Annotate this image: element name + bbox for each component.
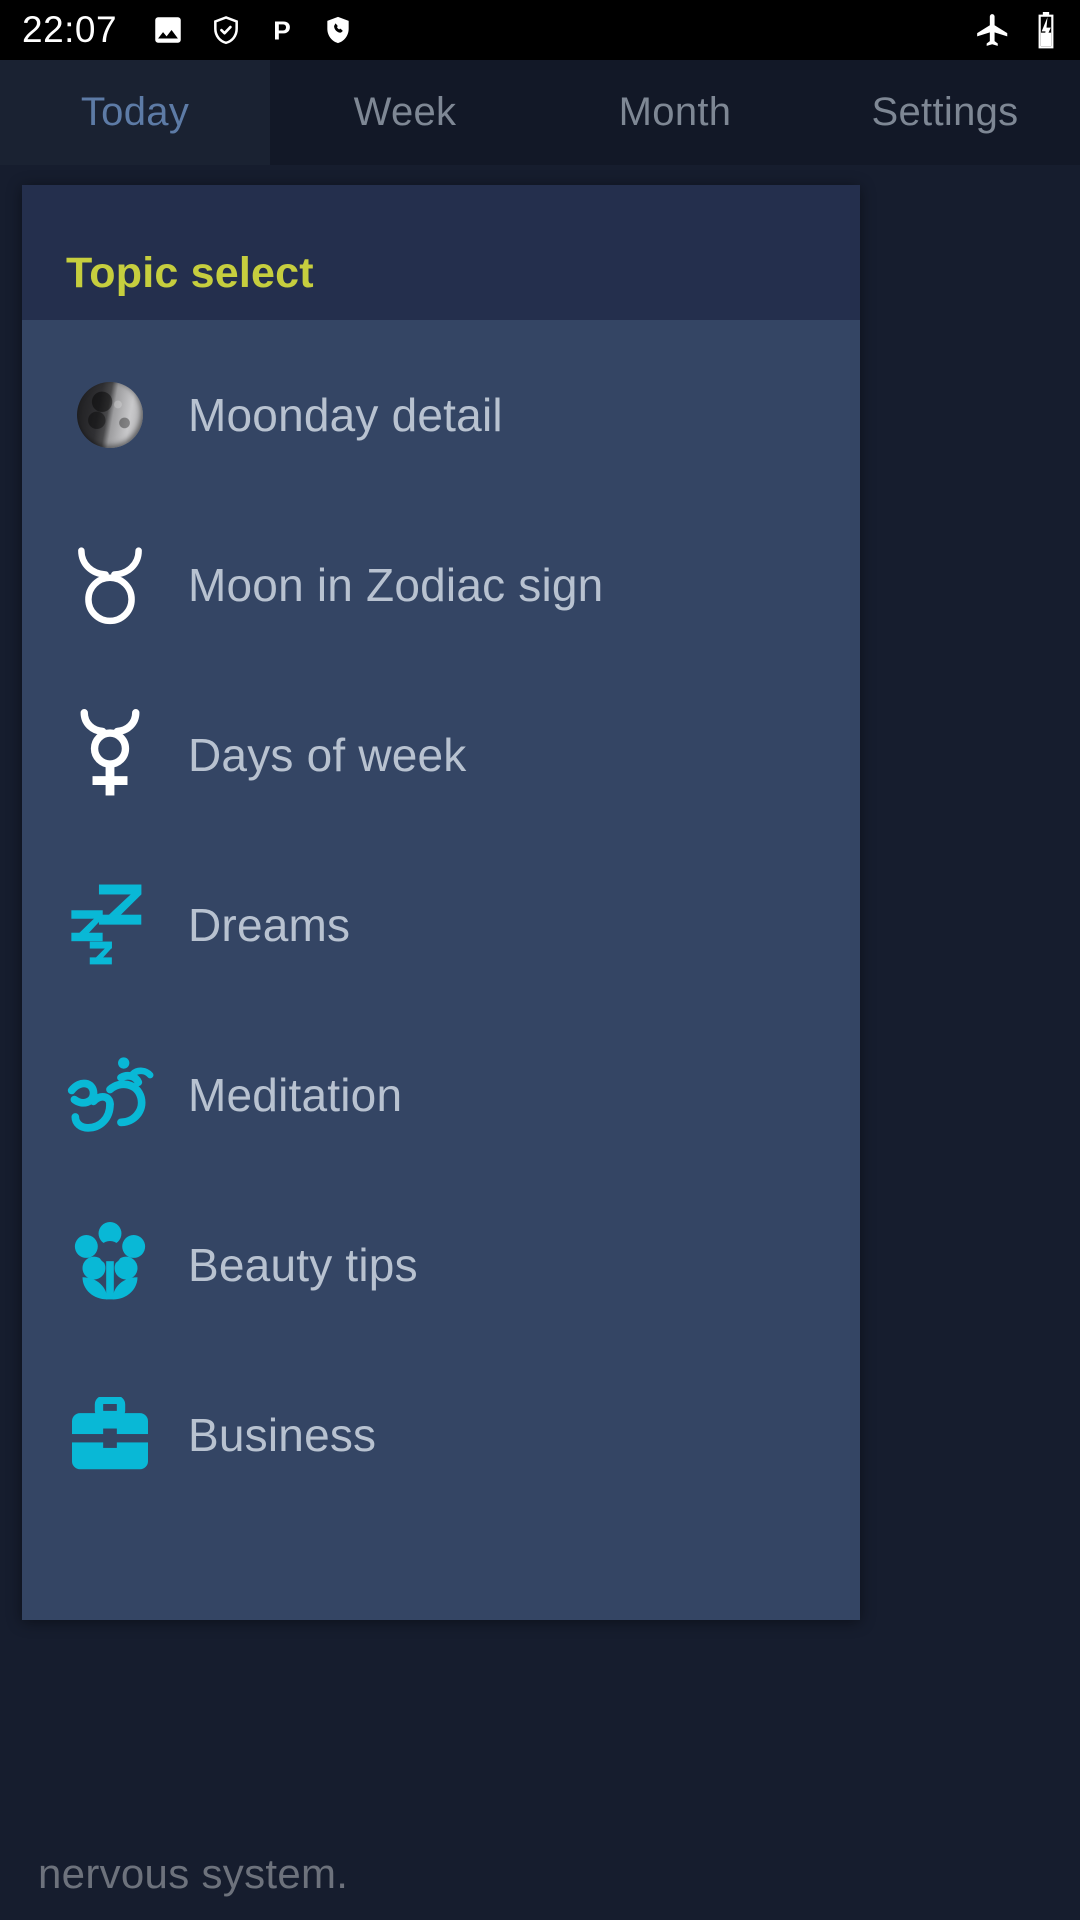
taurus-zodiac-icon xyxy=(64,539,156,631)
flower-icon xyxy=(64,1219,156,1311)
dialog-header: Topic select xyxy=(22,185,860,320)
shield-phone-icon xyxy=(327,16,349,44)
mercury-symbol-icon xyxy=(64,709,156,801)
tab-month[interactable]: Month xyxy=(540,60,810,165)
battery-charging-icon xyxy=(1038,12,1054,49)
list-item[interactable]: Business xyxy=(22,1350,860,1520)
list-item[interactable]: Moonday detail xyxy=(22,330,860,500)
dialog-title: Topic select xyxy=(66,249,314,297)
tab-today-label: Today xyxy=(80,90,190,134)
status-bar-notification-icons: P xyxy=(151,13,354,47)
tab-month-label: Month xyxy=(618,90,732,134)
sleep-zzz-icon xyxy=(64,879,156,971)
status-bar-system-icons xyxy=(974,10,1058,50)
svg-text:P: P xyxy=(273,15,291,45)
list-item-label: Days of week xyxy=(188,729,467,781)
airplane-mode-icon xyxy=(977,14,1008,46)
image-icon xyxy=(155,17,181,43)
tab-bar[interactable]: Today Week Month Settings xyxy=(0,60,1080,165)
tab-settings[interactable]: Settings xyxy=(810,60,1080,165)
list-item[interactable]: Days of week xyxy=(22,670,860,840)
list-item-label: Meditation xyxy=(188,1069,403,1121)
topic-select-dialog: Topic select Moonday detail Moon in Zodi… xyxy=(22,185,860,1620)
topic-list: Moonday detail Moon in Zodiac sign Days … xyxy=(22,320,860,1520)
briefcase-icon xyxy=(64,1389,156,1481)
om-symbol-icon xyxy=(64,1049,156,1141)
background-paragraph-text: nervous system. xyxy=(38,1850,349,1897)
list-item-label: Dreams xyxy=(188,899,351,951)
status-bar-clock: 22:07 xyxy=(22,9,118,50)
shield-check-icon xyxy=(214,16,239,45)
list-item-label: Business xyxy=(188,1409,377,1461)
list-item[interactable]: Dreams xyxy=(22,840,860,1010)
list-item[interactable]: Meditation xyxy=(22,1010,860,1180)
list-item-label: Moon in Zodiac sign xyxy=(188,559,604,611)
status-bar: 22:07 P xyxy=(0,0,1080,60)
moon-photo-icon xyxy=(64,369,156,461)
tab-settings-label: Settings xyxy=(871,90,1019,134)
list-item-label: Moonday detail xyxy=(188,389,503,441)
tab-week-label: Week xyxy=(353,90,457,134)
list-item[interactable]: Beauty tips xyxy=(22,1180,860,1350)
list-item-label: Beauty tips xyxy=(188,1239,418,1291)
p-badge-icon: P xyxy=(273,15,291,45)
tab-week[interactable]: Week xyxy=(270,60,540,165)
tab-today[interactable]: Today xyxy=(0,60,270,165)
list-item[interactable]: Moon in Zodiac sign xyxy=(22,500,860,670)
